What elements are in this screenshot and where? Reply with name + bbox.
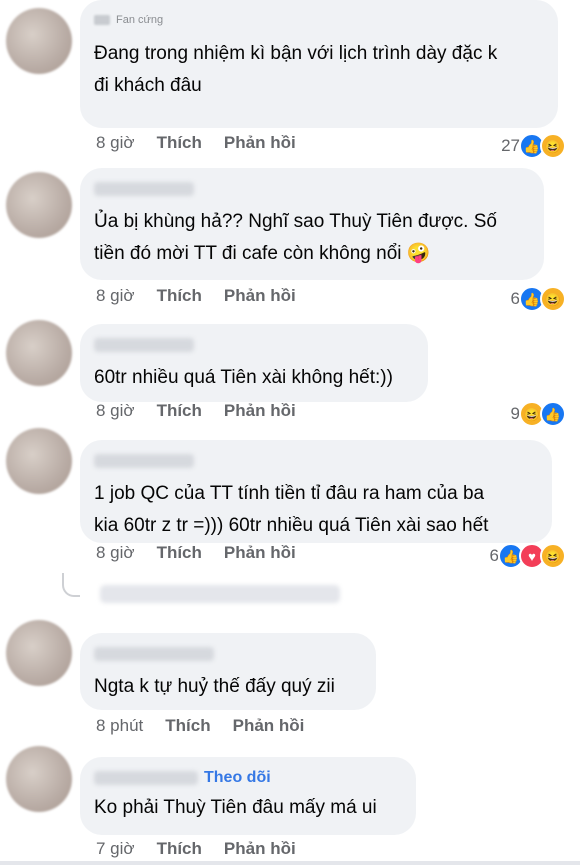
reply-button[interactable]: Phản hồi xyxy=(224,839,296,859)
haha-reaction-icon: 😆 xyxy=(540,133,566,159)
like-reaction-icon: 👍 xyxy=(540,401,566,427)
reply-button[interactable]: Phản hồi xyxy=(224,286,296,306)
replies-link-redacted[interactable] xyxy=(100,585,340,603)
comment-line: Đang trong nhiệm kì bận với lịch trình d… xyxy=(94,43,498,64)
avatar[interactable] xyxy=(6,428,72,494)
comment-bubble: Ngta k tự huỷ thế đấy quý zii xyxy=(80,633,376,710)
comment-line: Ko phải Thuỳ Tiên đâu mấy má ui xyxy=(94,797,377,818)
author-name-redacted[interactable] xyxy=(94,647,214,661)
comment-time[interactable]: 8 giờ xyxy=(96,401,135,421)
comment-header: Theo dõi xyxy=(94,769,400,787)
like-button[interactable]: Thích xyxy=(157,401,202,421)
comment-line: Ngta k tự huỷ thế đấy quý zii xyxy=(94,676,335,697)
comment-bubble: Ủa bị khùng hả?? Nghĩ sao Thuỳ Tiên được… xyxy=(80,168,544,280)
fan-badge: Fan cứng xyxy=(94,14,542,26)
comment-text: Ko phải Thuỳ Tiên đâu mấy má ui xyxy=(94,793,400,823)
reply-thread-line xyxy=(62,573,80,597)
author-name-redacted[interactable] xyxy=(94,454,194,468)
comment-line: đi khách đâu xyxy=(94,75,202,96)
author-name-redacted[interactable] xyxy=(94,338,194,352)
comment-bubble: 60tr nhiều quá Tiên xài không hết:)) xyxy=(80,324,428,402)
author-name-redacted[interactable] xyxy=(94,182,194,196)
comment-line: tiền đó mời TT đi cafe còn không nổi 🤪 xyxy=(94,243,431,264)
badge-icon xyxy=(94,15,110,25)
comment-line: 1 job QC của TT tính tiền tỉ đâu ra ham … xyxy=(94,483,485,504)
reply-button[interactable]: Phản hồi xyxy=(224,401,296,421)
reaction-summary[interactable]: 9 😆 👍 xyxy=(511,401,566,427)
comment-actions: 7 giờ Thích Phản hồi xyxy=(96,839,296,859)
comment-time[interactable]: 8 phút xyxy=(96,716,143,736)
reply-button[interactable]: Phản hồi xyxy=(233,716,305,736)
comment-actions: 8 giờ Thích Phản hồi xyxy=(96,543,296,563)
comment-actions: 8 giờ Thích Phản hồi xyxy=(96,286,296,306)
comment-text: 60tr nhiều quá Tiên xài không hết:)) xyxy=(94,362,412,394)
comment-text: 1 job QC của TT tính tiền tỉ đâu ra ham … xyxy=(94,478,536,542)
haha-reaction-icon: 😆 xyxy=(540,543,566,569)
author-name-redacted[interactable] xyxy=(94,771,198,785)
bottom-divider xyxy=(0,861,580,865)
avatar[interactable] xyxy=(6,320,72,386)
comment-line: Ủa bị khùng hả?? Nghĩ sao Thuỳ Tiên được… xyxy=(94,211,497,232)
comment-text: Ủa bị khùng hả?? Nghĩ sao Thuỳ Tiên được… xyxy=(94,206,528,270)
reaction-summary[interactable]: 6 👍 😆 xyxy=(511,286,566,312)
reply-button[interactable]: Phản hồi xyxy=(224,543,296,563)
comment-actions: 8 giờ Thích Phản hồi xyxy=(96,401,296,421)
like-button[interactable]: Thích xyxy=(157,839,202,859)
avatar[interactable] xyxy=(6,172,72,238)
comment-text: Đang trong nhiệm kì bận với lịch trình d… xyxy=(94,38,542,102)
like-button[interactable]: Thích xyxy=(157,286,202,306)
comment-bubble: 1 job QC của TT tính tiền tỉ đâu ra ham … xyxy=(80,440,552,543)
reaction-count: 27 xyxy=(501,136,520,155)
comment-time[interactable]: 8 giờ xyxy=(96,286,135,306)
reaction-summary[interactable]: 27 👍 😆 xyxy=(501,133,566,159)
comment-bubble: Theo dõi Ko phải Thuỳ Tiên đâu mấy má ui xyxy=(80,757,416,835)
like-button[interactable]: Thích xyxy=(157,543,202,563)
comment-line: kia 60tr z tr =))) 60tr nhiều quá Tiên x… xyxy=(94,515,489,536)
comment-actions: 8 giờ Thích Phản hồi xyxy=(96,133,296,153)
reply-button[interactable]: Phản hồi xyxy=(224,133,296,153)
avatar[interactable] xyxy=(6,746,72,812)
badge-label: Fan cứng xyxy=(116,14,164,26)
comment-actions: 8 phút Thích Phản hồi xyxy=(96,716,304,736)
reaction-summary[interactable]: 6 👍 ♥ 😆 xyxy=(490,543,566,569)
comment-time[interactable]: 8 giờ xyxy=(96,543,135,563)
comment-line: 60tr nhiều quá Tiên xài không hết:)) xyxy=(94,367,393,388)
follow-button[interactable]: Theo dõi xyxy=(204,769,271,787)
like-button[interactable]: Thích xyxy=(165,716,210,736)
avatar[interactable] xyxy=(6,8,72,74)
haha-reaction-icon: 😆 xyxy=(540,286,566,312)
comment-time[interactable]: 8 giờ xyxy=(96,133,135,153)
comment-text: Ngta k tự huỷ thế đấy quý zii xyxy=(94,671,360,703)
avatar[interactable] xyxy=(6,620,72,686)
comment-bubble: Fan cứng Đang trong nhiệm kì bận với lịc… xyxy=(80,0,558,128)
like-button[interactable]: Thích xyxy=(157,133,202,153)
comment-time[interactable]: 7 giờ xyxy=(96,839,135,859)
